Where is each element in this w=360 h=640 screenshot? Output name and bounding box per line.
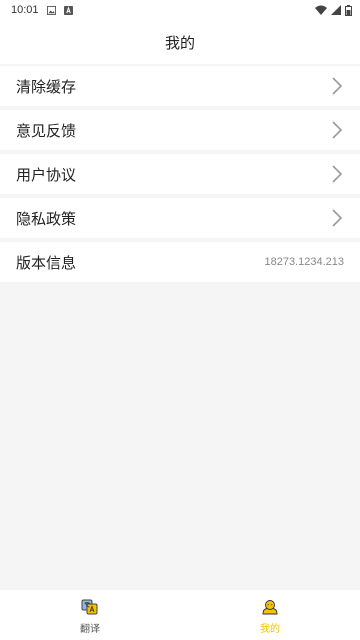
status-left: 10:01 [11,4,73,16]
page-title: 我的 [164,33,195,52]
nav-label: 我的 [260,623,280,635]
wifi-icon [315,5,327,15]
battery-icon [345,4,352,16]
menu-item-label: 意见反馈 [16,121,77,140]
status-time: 10:01 [11,4,39,16]
menu-item-label: 版本信息 [16,253,77,272]
chevron-right-icon [332,209,343,227]
settings-menu: 清除缓存 意见反馈 用户协议 隐私政策 版本信息 18273.1234.213 [0,66,360,286]
menu-item-right: 18273.1234.213 [264,256,344,268]
menu-item-right [330,76,344,96]
image-notification-icon [46,5,56,15]
screen: 10:01 我的 清除缓存 意见反馈 用户协议 隐私政策 版本信息 18273.… [0,0,360,640]
menu-item-right [330,120,344,140]
chevron-right-icon [332,121,343,139]
menu-item-label: 用户协议 [16,165,77,184]
chevron-right-icon [332,77,343,95]
version-value: 18273.1234.213 [264,256,344,268]
menu-item-label: 隐私政策 [16,209,77,228]
status-bar: 10:01 [0,0,360,20]
menu-item-version: 版本信息 18273.1234.213 [0,242,360,282]
translate-icon [81,599,98,614]
menu-item-label: 清除缓存 [16,77,77,96]
menu-item-right [330,164,344,184]
nav-item-translate[interactable]: 翻译 [0,590,180,640]
menu-item-privacy-policy[interactable]: 隐私政策 [0,198,360,238]
nav-label: 翻译 [80,623,100,635]
title-bar: 我的 [0,20,360,64]
status-right [315,4,352,16]
menu-item-clear-cache[interactable]: 清除缓存 [0,66,360,106]
nav-item-profile[interactable]: 我的 [180,590,360,640]
profile-icon [262,599,278,614]
font-notification-icon [63,5,73,15]
menu-item-right [330,208,344,228]
bottom-nav: 翻译 我的 [0,590,360,640]
chevron-right-icon [332,165,343,183]
menu-item-user-agreement[interactable]: 用户协议 [0,154,360,194]
menu-item-feedback[interactable]: 意见反馈 [0,110,360,150]
signal-icon [331,5,341,15]
